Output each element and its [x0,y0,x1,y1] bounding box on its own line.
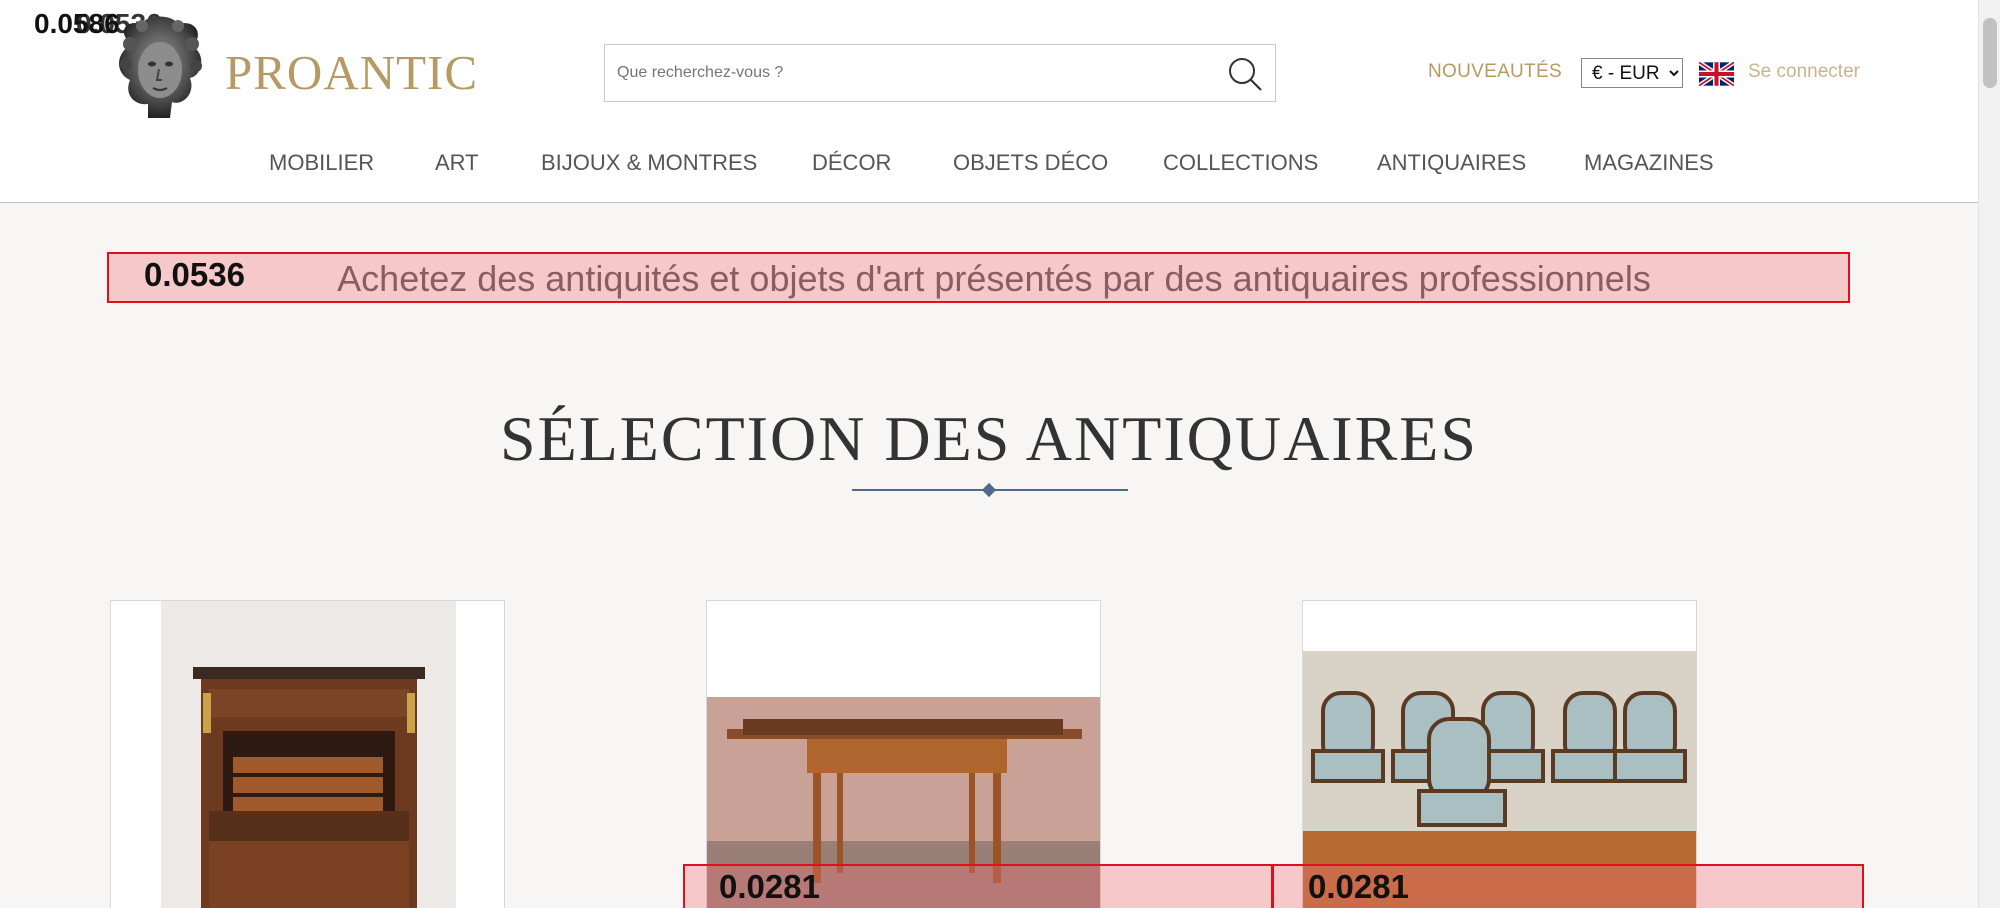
site-header: 0.0586 0.0536 PROANTIC Que recherchez-vo… [0,0,1978,203]
product-image-secretary [161,601,456,908]
card3-annotation-box: 0.0281 [1272,864,1864,908]
title-divider-diamond [981,482,997,498]
main-nav: MOBILIER ART BIJOUX & MONTRES DÉCOR OBJE… [0,150,1978,180]
product-image-chairs [1303,651,1696,908]
product-card-3[interactable] [1302,600,1697,908]
nav-item-antiquaires[interactable]: ANTIQUAIRES [1377,150,1526,176]
nav-item-magazines[interactable]: MAGAZINES [1584,150,1714,176]
search-box [604,44,1276,102]
nav-item-mobilier[interactable]: MOBILIER [269,150,374,176]
product-card-1[interactable] [110,600,505,908]
product-image-desk [707,697,1100,908]
page-scrollbar[interactable] [1978,0,2000,908]
login-link[interactable]: Se connecter [1748,61,1860,83]
uk-flag-icon[interactable] [1697,60,1736,88]
card2-annotation-box: 0.0281 [683,864,1273,908]
tagline-score: 0.0536 [144,256,245,293]
scrollbar-thumb[interactable] [1983,18,1997,88]
nav-item-collections[interactable]: COLLECTIONS [1163,150,1318,176]
card2-score: 0.0281 [719,868,820,905]
brand-name[interactable]: PROANTIC [225,44,478,101]
search-icon[interactable] [1225,54,1265,94]
card3-score: 0.0281 [1308,868,1409,905]
currency-select[interactable]: € - EUR [1581,58,1683,88]
product-card-2[interactable] [706,600,1101,908]
section-title: SÉLECTION DES ANTIQUAIRES [500,403,1478,474]
nav-item-decor[interactable]: DÉCOR [812,150,891,176]
nav-item-bijoux-montres[interactable]: BIJOUX & MONTRES [541,150,757,176]
tagline-annotation-box: 0.0536 [107,252,1850,303]
nav-item-art[interactable]: ART [435,150,479,176]
medusa-head-logo-icon[interactable] [112,14,208,122]
nouveautes-link[interactable]: NOUVEAUTÉS [1428,61,1562,83]
search-input[interactable] [605,45,1205,101]
nav-item-objets-deco[interactable]: OBJETS DÉCO [953,150,1108,176]
